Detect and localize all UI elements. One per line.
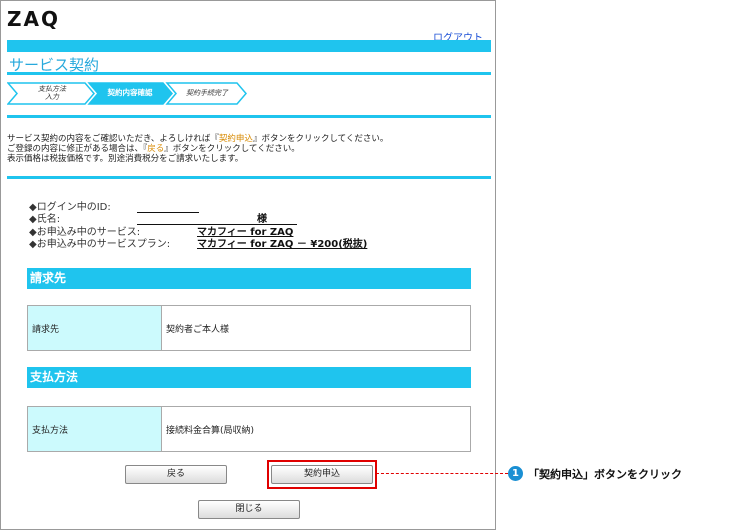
- instruction-line-2: ご登録の内容に修正がある場合は、『戻る』ボタンをクリックしてください。: [7, 144, 491, 154]
- payment-row-label: 支払方法: [28, 407, 162, 451]
- billing-row-value: 契約者ご本人様: [162, 306, 470, 350]
- service-label: ◆お申込み中のサービス:: [29, 227, 141, 238]
- instructions-text: サービス契約の内容をご確認いただき、よろしければ『契約申込』ボタンをクリックして…: [7, 134, 491, 164]
- instruction-text: 』ボタンをクリックしてください。: [164, 144, 300, 154]
- apply-button-highlight: [267, 460, 377, 489]
- login-id-label: ◆ログイン中のID:: [29, 202, 111, 213]
- billing-section-title: 請求先: [27, 268, 471, 289]
- instruction-highlight: 戻る: [147, 144, 165, 154]
- instruction-text: ご登録の内容に修正がある場合は、『: [7, 144, 148, 154]
- instruction-line-3: 表示価格は税抜価格です。別途消費税分をご請求いたします。: [7, 154, 244, 164]
- back-button[interactable]: 戻る: [125, 465, 227, 484]
- service-value: マカフィー for ZAQ: [197, 227, 294, 238]
- browser-page: ZAQ ログアウト サービス契約 支払方法 入力 契約内容確認 契約手続完了 サ…: [0, 0, 496, 530]
- billing-row-label: 請求先: [28, 306, 162, 350]
- instructions-divider: [7, 176, 491, 179]
- login-id-value-line: [137, 212, 199, 213]
- step-complete: 契約手続完了: [186, 89, 228, 97]
- payment-row-value: 接続料金合算(局収納): [162, 407, 470, 451]
- name-suffix: 様: [257, 214, 267, 225]
- payment-section-title: 支払方法: [27, 367, 471, 388]
- step-confirm: 契約内容確認: [107, 88, 153, 97]
- login-id-row: ◆ログイン中のID:: [29, 202, 199, 214]
- callout-text: 「契約申込」ボタンをクリック: [528, 468, 682, 481]
- step-label-line2: 入力: [45, 93, 59, 101]
- plan-label: ◆お申込み中のサービスプラン:: [29, 239, 171, 250]
- progress-steps: 支払方法 入力 契約内容確認 契約手続完了: [7, 82, 247, 105]
- callout-number-badge: 1: [508, 466, 523, 481]
- close-button[interactable]: 閉じる: [198, 500, 300, 519]
- payment-table: 支払方法 接続料金合算(局収納): [27, 406, 471, 452]
- instruction-text: サービス契約の内容をご確認いただき、よろしければ『: [7, 134, 219, 144]
- zaq-logo: ZAQ: [7, 7, 60, 31]
- name-row: ◆氏名: 様: [29, 214, 297, 226]
- title-divider: [7, 72, 491, 75]
- callout-leader-line: [376, 473, 508, 474]
- plan-row: ◆お申込み中のサービスプラン: マカフィー for ZAQ － ¥200(税抜): [29, 239, 367, 251]
- instruction-highlight: 契約申込: [218, 134, 253, 144]
- header-bar: [7, 40, 491, 52]
- plan-value: マカフィー for ZAQ － ¥200(税抜): [197, 239, 368, 250]
- instruction-line-1: サービス契約の内容をご確認いただき、よろしければ『契約申込』ボタンをクリックして…: [7, 134, 491, 144]
- steps-divider: [7, 115, 491, 118]
- name-value-line: [137, 224, 297, 225]
- billing-table: 請求先 契約者ご本人様: [27, 305, 471, 351]
- name-label: ◆氏名:: [29, 214, 61, 225]
- step-label-line1: 支払方法: [38, 85, 66, 93]
- step-payment-input: 支払方法 入力: [21, 85, 83, 101]
- instruction-text: 』ボタンをクリックしてください。: [252, 134, 389, 144]
- service-row: ◆お申込み中のサービス: マカフィー for ZAQ: [29, 227, 293, 239]
